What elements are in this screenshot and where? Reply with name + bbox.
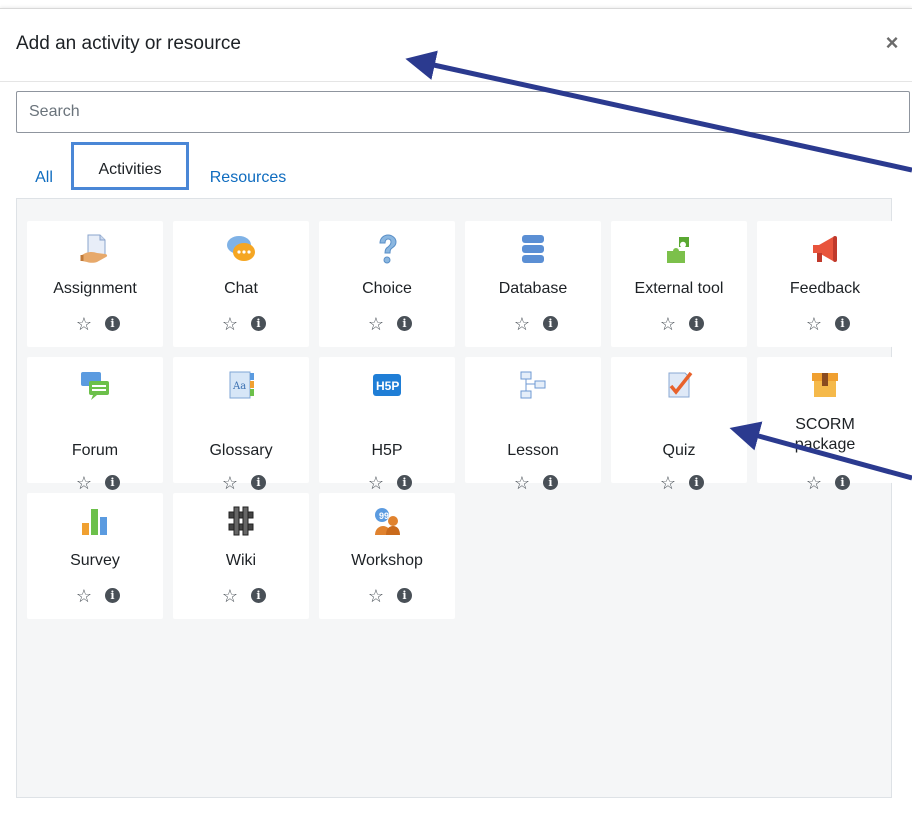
info-icon[interactable]: i: [835, 475, 850, 490]
tile-label: External tool: [634, 280, 724, 297]
tile-scorm[interactable]: SCORM package ☆ i: [757, 357, 893, 492]
chat-icon: [227, 236, 255, 261]
survey-icon: [82, 509, 107, 535]
tile-survey[interactable]: Survey ☆ i: [27, 493, 163, 619]
info-icon[interactable]: i: [105, 316, 120, 331]
tile-label: SCORM package: [794, 416, 856, 453]
tile-wiki[interactable]: Wiki ☆ i: [173, 493, 309, 619]
info-icon[interactable]: i: [397, 588, 412, 603]
info-icon[interactable]: i: [397, 475, 412, 490]
tile-glossary[interactable]: Aa Glossary ☆ i: [173, 357, 309, 492]
tile-h5p[interactable]: H5P H5P ☆ i: [319, 357, 455, 492]
info-icon[interactable]: i: [543, 316, 558, 331]
svg-text:99: 99: [379, 511, 389, 521]
info-icon[interactable]: i: [105, 475, 120, 490]
svg-text:H5P: H5P: [376, 379, 399, 393]
choice-icon: [379, 234, 397, 264]
info-icon[interactable]: i: [397, 316, 412, 331]
assignment-icon: [80, 234, 108, 263]
scorm-icon: [812, 373, 838, 397]
close-icon[interactable]: ×: [880, 29, 904, 57]
external-tool-icon: [667, 237, 689, 263]
tile-chat[interactable]: Chat ☆ i: [173, 221, 309, 347]
tile-label: Chat: [224, 280, 258, 297]
tile-label: Forum: [71, 442, 119, 459]
tab-bar: All Activities Resources: [16, 142, 894, 200]
feedback-icon: [813, 236, 837, 262]
star-icon[interactable]: ☆: [221, 474, 239, 492]
tab-resources[interactable]: Resources: [198, 150, 298, 198]
lesson-icon: [520, 371, 546, 399]
tile-label: Glossary: [209, 442, 273, 459]
info-icon[interactable]: i: [689, 475, 704, 490]
star-icon[interactable]: ☆: [367, 587, 385, 605]
modal-title: Add an activity or resource: [16, 33, 241, 54]
tile-label: Quiz: [662, 442, 696, 459]
star-icon[interactable]: ☆: [75, 315, 93, 333]
star-icon[interactable]: ☆: [659, 315, 677, 333]
star-icon[interactable]: ☆: [367, 474, 385, 492]
tile-label: Database: [498, 280, 568, 297]
tile-quiz[interactable]: Quiz ☆ i: [611, 357, 747, 492]
wiki-icon: [228, 506, 254, 536]
workshop-icon: 99: [375, 508, 400, 535]
tile-label: Survey: [70, 552, 120, 569]
tab-all[interactable]: All: [24, 150, 64, 198]
info-icon[interactable]: i: [835, 316, 850, 331]
database-icon: [522, 235, 544, 263]
search-input[interactable]: [16, 91, 910, 133]
star-icon[interactable]: ☆: [513, 474, 531, 492]
tile-external-tool[interactable]: External tool ☆ i: [611, 221, 747, 347]
star-icon[interactable]: ☆: [221, 587, 239, 605]
star-icon[interactable]: ☆: [367, 315, 385, 333]
tile-label: Feedback: [789, 280, 861, 297]
info-icon[interactable]: i: [543, 475, 558, 490]
tile-label: Choice: [362, 280, 412, 297]
tile-label: Assignment: [53, 280, 137, 297]
star-icon[interactable]: ☆: [659, 474, 677, 492]
star-icon[interactable]: ☆: [513, 315, 531, 333]
info-icon[interactable]: i: [251, 475, 266, 490]
modal-header: Add an activity or resource ×: [0, 9, 912, 82]
info-icon[interactable]: i: [251, 588, 266, 603]
tile-workshop[interactable]: 99 Workshop ☆ i: [319, 493, 455, 619]
info-icon[interactable]: i: [689, 316, 704, 331]
forum-icon: [81, 372, 109, 400]
tile-feedback[interactable]: Feedback ☆ i: [757, 221, 893, 347]
info-icon[interactable]: i: [251, 316, 266, 331]
tile-choice[interactable]: Choice ☆ i: [319, 221, 455, 347]
tile-database[interactable]: Database ☆ i: [465, 221, 601, 347]
star-icon[interactable]: ☆: [75, 587, 93, 605]
tile-label: H5P: [371, 442, 403, 459]
star-icon[interactable]: ☆: [805, 474, 823, 492]
tile-label: Workshop: [351, 552, 423, 569]
star-icon[interactable]: ☆: [75, 474, 93, 492]
h5p-icon: H5P: [373, 374, 401, 396]
star-icon[interactable]: ☆: [805, 315, 823, 333]
tile-assignment[interactable]: Assignment ☆ i: [27, 221, 163, 347]
tile-lesson[interactable]: Lesson ☆ i: [465, 357, 601, 492]
glossary-icon: Aa: [229, 371, 254, 399]
info-icon[interactable]: i: [105, 588, 120, 603]
tile-forum[interactable]: Forum ☆ i: [27, 357, 163, 492]
tile-label: Wiki: [225, 552, 257, 569]
quiz-icon: [668, 371, 693, 398]
activity-grid: Assignment ☆ i Chat ☆ i Choice ☆ i Datab…: [16, 198, 893, 798]
tile-label: Lesson: [507, 442, 559, 459]
svg-text:Aa: Aa: [232, 381, 246, 392]
star-icon[interactable]: ☆: [221, 315, 239, 333]
tab-activities[interactable]: Activities: [71, 142, 189, 190]
